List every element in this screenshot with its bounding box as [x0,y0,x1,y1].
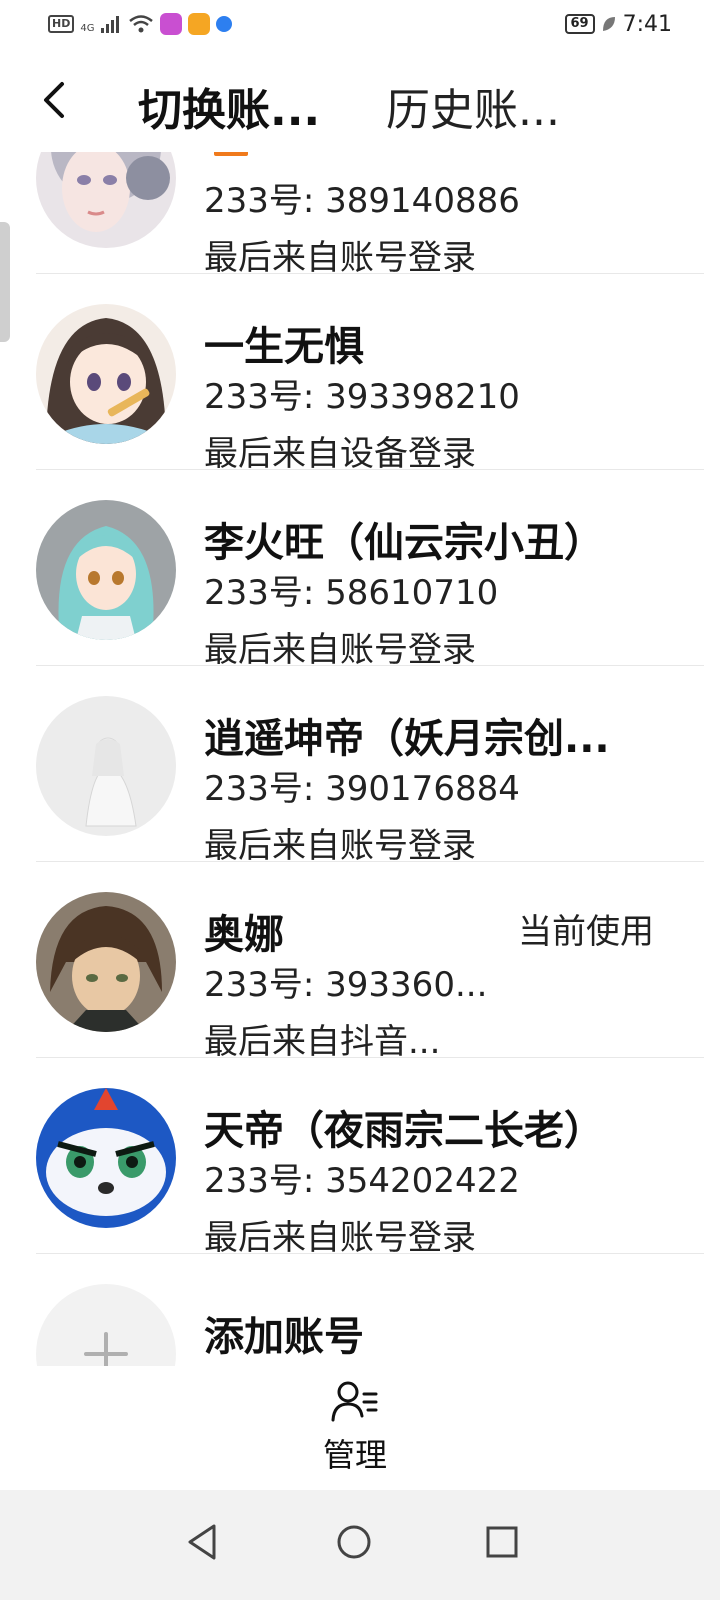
account-name: 李火旺（仙云宗小丑） [204,520,604,566]
wifi-icon [129,15,154,33]
manage-button[interactable]: 管理 [290,1380,420,1480]
chevron-left-icon [44,82,64,118]
circle-home-icon [337,1525,371,1559]
add-account-avatar [36,1284,176,1366]
clock: 7:41 [622,11,672,37]
avatar [36,892,176,1032]
network-label: 4G [80,23,95,34]
plus-icon [84,1332,128,1366]
account-login-source: 最后来自账号登录 [204,1218,476,1258]
account-name: 天帝（夜雨宗二长老） [204,1108,604,1154]
account-row[interactable]: 一生无惧 233号: 393398210 最后来自设备登录 [0,274,720,474]
account-uid: 233号: 393398210 [204,377,520,417]
account-login-source: 最后来自设备登录 [204,434,476,474]
triangle-back-icon [188,1524,216,1560]
account-uid: 233号: 390176884 [204,769,520,809]
account-login-source: 最后来自账号登录 [204,630,476,670]
nav-recents-button[interactable] [472,1512,532,1572]
user-list-icon [331,1381,378,1422]
status-right: 69 7:41 [564,11,672,37]
manage-label: 管理 [322,1436,387,1474]
account-row[interactable]: 233号: 389140886 最后来自账号登录 [0,152,720,278]
app-notification-icon [160,13,183,35]
nav-back-button[interactable] [172,1512,232,1572]
account-row[interactable]: 李火旺（仙云宗小丑） 233号: 58610710 最后来自账号登录 [0,470,720,670]
avatar [36,304,176,444]
avatar [36,500,176,640]
browser-app-icon [216,16,233,32]
avatar [36,1088,176,1228]
tab-history-account[interactable]: 历史账... [386,74,560,138]
badge-marker [214,152,248,156]
header: 切换账... 历史账... [0,48,720,152]
avatar [36,152,176,248]
status-bar: HD 4G 69 7:41 [0,0,720,48]
signal-icon [101,16,120,33]
account-name: 一生无惧 [204,324,364,370]
add-account-row[interactable]: 添加账号 [0,1254,720,1366]
account-uid: 233号: 58610710 [204,573,499,613]
nav-home-button[interactable] [324,1512,384,1572]
avatar [36,696,176,836]
account-row[interactable]: 天帝（夜雨宗二长老） 233号: 354202422 最后来自账号登录 [0,1058,720,1258]
account-name: 逍遥坤帝（妖月宗创... [204,716,610,762]
account-login-source: 最后来自账号登录 [204,826,476,866]
current-in-use-label: 当前使用 [518,912,654,952]
back-button[interactable] [34,76,74,124]
account-uid: 233号: 393360... [204,965,488,1005]
leaf-icon [602,17,615,31]
account-login-source: 最后来自抖音... [204,1022,441,1062]
account-uid: 233号: 354202422 [204,1161,520,1201]
video-app-icon [188,13,211,35]
hd-badge: HD [48,15,75,33]
add-account-label: 添加账号 [204,1314,364,1360]
system-nav-bar [0,1490,720,1600]
account-login-source: 最后来自账号登录 [204,238,476,278]
account-list: 233号: 389140886 最后来自账号登录 一生无惧 233号: 3933… [0,152,720,1366]
battery-icon: 69 [564,14,595,34]
account-uid: 233号: 389140886 [204,181,520,221]
tab-switch-account[interactable]: 切换账... [138,74,320,138]
status-left: HD 4G [48,13,233,35]
account-name: 奥娜 [204,912,284,958]
account-row[interactable]: 逍遥坤帝（妖月宗创... 233号: 390176884 最后来自账号登录 [0,666,720,866]
square-recents-icon [486,1526,518,1558]
account-row-current[interactable]: 奥娜 当前使用 233号: 393360... 最后来自抖音... [0,862,720,1062]
